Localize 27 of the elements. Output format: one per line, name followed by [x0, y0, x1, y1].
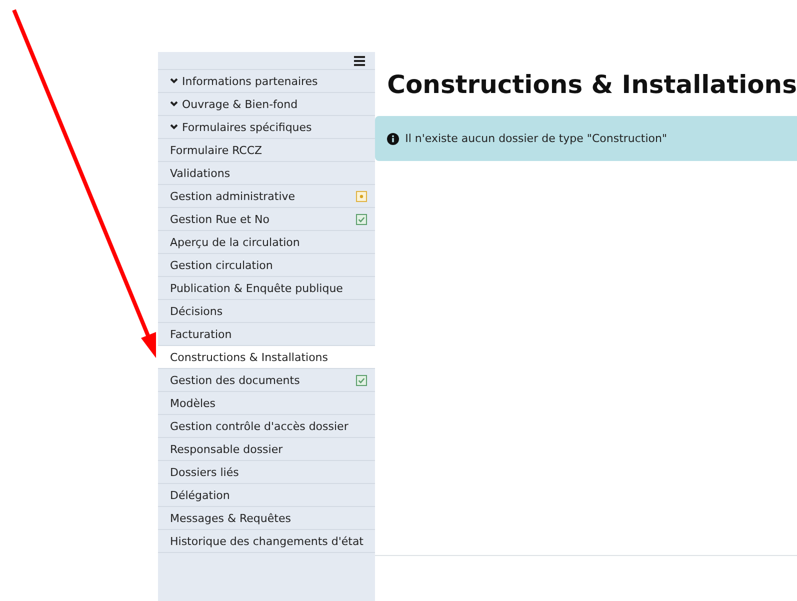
sidebar-item[interactable]: Dossiers liés [158, 461, 376, 484]
sidebar-item[interactable]: Gestion Rue et No [158, 208, 376, 231]
sidebar-item[interactable]: Ouvrage & Bien-fond [158, 93, 376, 116]
chevron-down-icon [170, 124, 178, 130]
page-title: Constructions & Installations [387, 70, 797, 99]
sidebar-item[interactable]: Constructions & Installations [158, 346, 376, 369]
info-icon [387, 132, 400, 144]
sidebar-item[interactable]: Formulaire RCCZ [158, 139, 376, 162]
sidebar-item[interactable]: Historique des changements d'état [158, 530, 376, 553]
chevron-down-icon [170, 101, 178, 107]
sidebar-item[interactable]: Formulaires spécifiques [158, 116, 376, 139]
sidebar-item[interactable]: Publication & Enquête publique [158, 277, 376, 300]
sidebar-item[interactable]: Informations partenaires [158, 70, 376, 93]
sidebar-item[interactable]: Messages & Requêtes [158, 507, 376, 530]
alert-message: Il n'existe aucun dossier de type "Construction" [405, 132, 668, 145]
sidebar-item[interactable]: Gestion administrative [158, 185, 376, 208]
chevron-down-icon [170, 78, 178, 84]
sidebar-item[interactable]: Modèles [158, 392, 376, 415]
menu-icon[interactable] [354, 56, 366, 66]
sidebar-item[interactable]: Gestion des documents [158, 369, 376, 392]
sidebar-item[interactable]: Décisions [158, 300, 376, 323]
sidebar-item[interactable]: Délégation [158, 484, 376, 507]
sidebar-item[interactable]: Aperçu de la circulation [158, 231, 376, 254]
sidebar-item[interactable]: Gestion circulation [158, 254, 376, 277]
sidebar-item[interactable]: Validations [158, 162, 376, 185]
sidebar-item[interactable]: Responsable dossier [158, 438, 376, 461]
sidebar-item[interactable]: Gestion contrôle d'accès dossier [158, 415, 376, 438]
